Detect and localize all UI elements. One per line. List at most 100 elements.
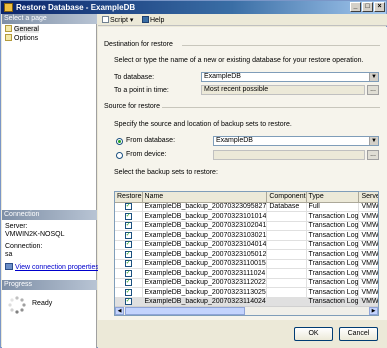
table-row[interactable]: ✓ ExampleDB_backup_20070323102041 Transact…	[115, 221, 378, 231]
group-divider	[182, 45, 380, 46]
scrollbar-thumb[interactable]	[125, 307, 245, 315]
restore-checkbox[interactable]: ✓	[124, 298, 132, 306]
page-item-general[interactable]: General	[5, 25, 39, 34]
column-header-restore[interactable]: Restore	[115, 192, 143, 203]
maximize-button[interactable]: □	[362, 2, 373, 12]
restore-cell[interactable]: ✓	[115, 259, 143, 269]
name-cell: ExampleDB_backup_20070323105012	[142, 249, 268, 260]
restore-cell[interactable]: ✓	[115, 230, 143, 241]
restore-checkbox[interactable]: ✓	[124, 250, 132, 258]
page-item-options[interactable]: Options	[5, 34, 38, 43]
to-database-combo[interactable]: ExampleDB ▼	[201, 72, 379, 82]
from-database-radio[interactable]	[116, 138, 123, 145]
restore-cell[interactable]: ✓	[115, 202, 143, 212]
page-icon	[5, 34, 12, 41]
component-cell	[266, 240, 307, 250]
restore-cell[interactable]: ✓	[115, 221, 143, 231]
dialog-footer: OK Cancel	[98, 320, 387, 348]
type-cell: Transaction Log	[306, 221, 360, 231]
select-page-header: Select a page	[2, 14, 97, 24]
restore-cell[interactable]: ✓	[115, 287, 143, 298]
chevron-down-icon[interactable]: ▼	[369, 137, 378, 145]
point-in-time-value: Most recent possible	[204, 86, 269, 93]
point-in-time-browse-button[interactable]: ...	[367, 85, 379, 95]
help-button[interactable]: Help	[142, 16, 164, 24]
backup-sets-grid[interactable]: Restore Name Component Type Server ✓ Exam…	[114, 191, 379, 316]
table-row[interactable]: ✓ ExampleDB_backup_20070323103021 Transact…	[115, 230, 378, 241]
server-cell: VMWIN2K-	[358, 249, 378, 260]
server-cell: VMWIN2K-	[358, 278, 378, 288]
name-cell: ExampleDB_backup_20070323102041	[142, 221, 268, 231]
connection-header: Connection	[2, 210, 97, 220]
scroll-left-icon[interactable]: ◀	[115, 307, 124, 315]
table-row[interactable]: ✓ ExampleDB_backup_20070323110015 Transact…	[115, 259, 378, 269]
server-label: Server:	[5, 223, 28, 230]
from-device-label[interactable]: From device:	[126, 151, 166, 158]
spinner-icon	[7, 295, 27, 315]
view-connection-properties[interactable]: View connection properties	[5, 263, 99, 271]
backup-sets-table: Restore Name Component Type Server ✓ Exam…	[115, 192, 378, 307]
scroll-right-icon[interactable]: ▶	[369, 307, 378, 315]
restore-cell[interactable]: ✓	[115, 249, 143, 260]
server-cell: VMWIN2K-	[358, 287, 378, 298]
from-database-label[interactable]: From database:	[126, 137, 175, 144]
table-row[interactable]: ✓ ExampleDB_backup_20070323111024 Transact…	[115, 268, 378, 279]
script-icon	[102, 16, 109, 23]
component-cell	[266, 249, 307, 260]
component-cell: Database	[266, 202, 307, 212]
source-instruction: Specify the source and location of backu…	[114, 121, 292, 128]
window-title: Restore Database - ExampleDB	[16, 3, 136, 12]
from-device-field	[213, 150, 365, 160]
column-header-name[interactable]: Name	[142, 192, 268, 203]
ok-button[interactable]: OK	[294, 327, 333, 341]
table-row[interactable]: ✓ ExampleDB_backup_20070323113025 Transact…	[115, 287, 378, 298]
column-header-component[interactable]: Component	[266, 192, 307, 203]
table-row[interactable]: ✓ ExampleDB_backup_20070323104014 Transact…	[115, 240, 378, 250]
restore-checkbox[interactable]: ✓	[124, 241, 132, 249]
name-cell: ExampleDB_backup_20070323113025	[142, 287, 268, 298]
to-database-value: ExampleDB	[204, 73, 241, 80]
table-row[interactable]: ✓ ExampleDB_backup_20070323112022 Transact…	[115, 278, 378, 288]
group-divider	[162, 107, 380, 108]
close-button[interactable]: ×	[374, 2, 385, 12]
general-page: Destination for restore Select or type t…	[98, 27, 387, 320]
from-database-combo[interactable]: ExampleDB ▼	[213, 136, 379, 146]
source-group-title: Source for restore	[104, 103, 161, 110]
minimize-button[interactable]: _	[350, 2, 361, 12]
name-cell: ExampleDB_backup_20070323104014	[142, 240, 268, 250]
restore-checkbox[interactable]: ✓	[124, 260, 132, 268]
server-cell: VMWIN2K-	[358, 259, 378, 269]
restore-checkbox[interactable]: ✓	[124, 203, 132, 211]
restore-checkbox[interactable]: ✓	[124, 212, 132, 220]
restore-cell[interactable]: ✓	[115, 268, 143, 279]
restore-database-window: Restore Database - ExampleDB _ □ × Selec…	[0, 0, 387, 348]
view-connection-properties-link[interactable]: View connection properties	[15, 264, 99, 271]
table-row[interactable]: ✓ ExampleDB_backup_20070323105012 Transact…	[115, 249, 378, 260]
connection-value: sa	[5, 251, 13, 258]
server-cell: VMWIN2K-	[358, 268, 378, 279]
component-cell	[266, 259, 307, 269]
horizontal-scrollbar[interactable]: ◀ ▶	[115, 306, 378, 315]
restore-checkbox[interactable]: ✓	[124, 269, 132, 277]
from-database-value: ExampleDB	[216, 137, 253, 144]
from-device-browse-button[interactable]: ...	[367, 150, 379, 160]
restore-checkbox[interactable]: ✓	[124, 288, 132, 296]
restore-cell[interactable]: ✓	[115, 240, 143, 250]
column-header-type[interactable]: Type	[306, 192, 360, 203]
restore-checkbox[interactable]: ✓	[124, 231, 132, 239]
restore-cell[interactable]: ✓	[115, 211, 143, 222]
toolbar: Script ▾ Help	[98, 14, 387, 26]
script-button[interactable]: Script ▾	[102, 16, 133, 24]
component-cell	[266, 268, 307, 279]
table-row[interactable]: ✓ ExampleDB_backup_20070323101014 Transact…	[115, 211, 378, 222]
cancel-button[interactable]: Cancel	[339, 327, 378, 341]
name-cell: ExampleDB_backup_20070323111024	[142, 268, 268, 279]
restore-checkbox[interactable]: ✓	[124, 222, 132, 230]
column-header-server[interactable]: Server	[358, 192, 378, 203]
from-device-radio[interactable]	[116, 152, 123, 159]
restore-cell[interactable]: ✓	[115, 278, 143, 288]
table-row[interactable]: ✓ ExampleDB_backup_20070323095827 Database…	[115, 202, 378, 212]
chevron-down-icon[interactable]: ▼	[369, 73, 378, 81]
database-icon	[4, 3, 13, 12]
restore-checkbox[interactable]: ✓	[124, 279, 132, 287]
